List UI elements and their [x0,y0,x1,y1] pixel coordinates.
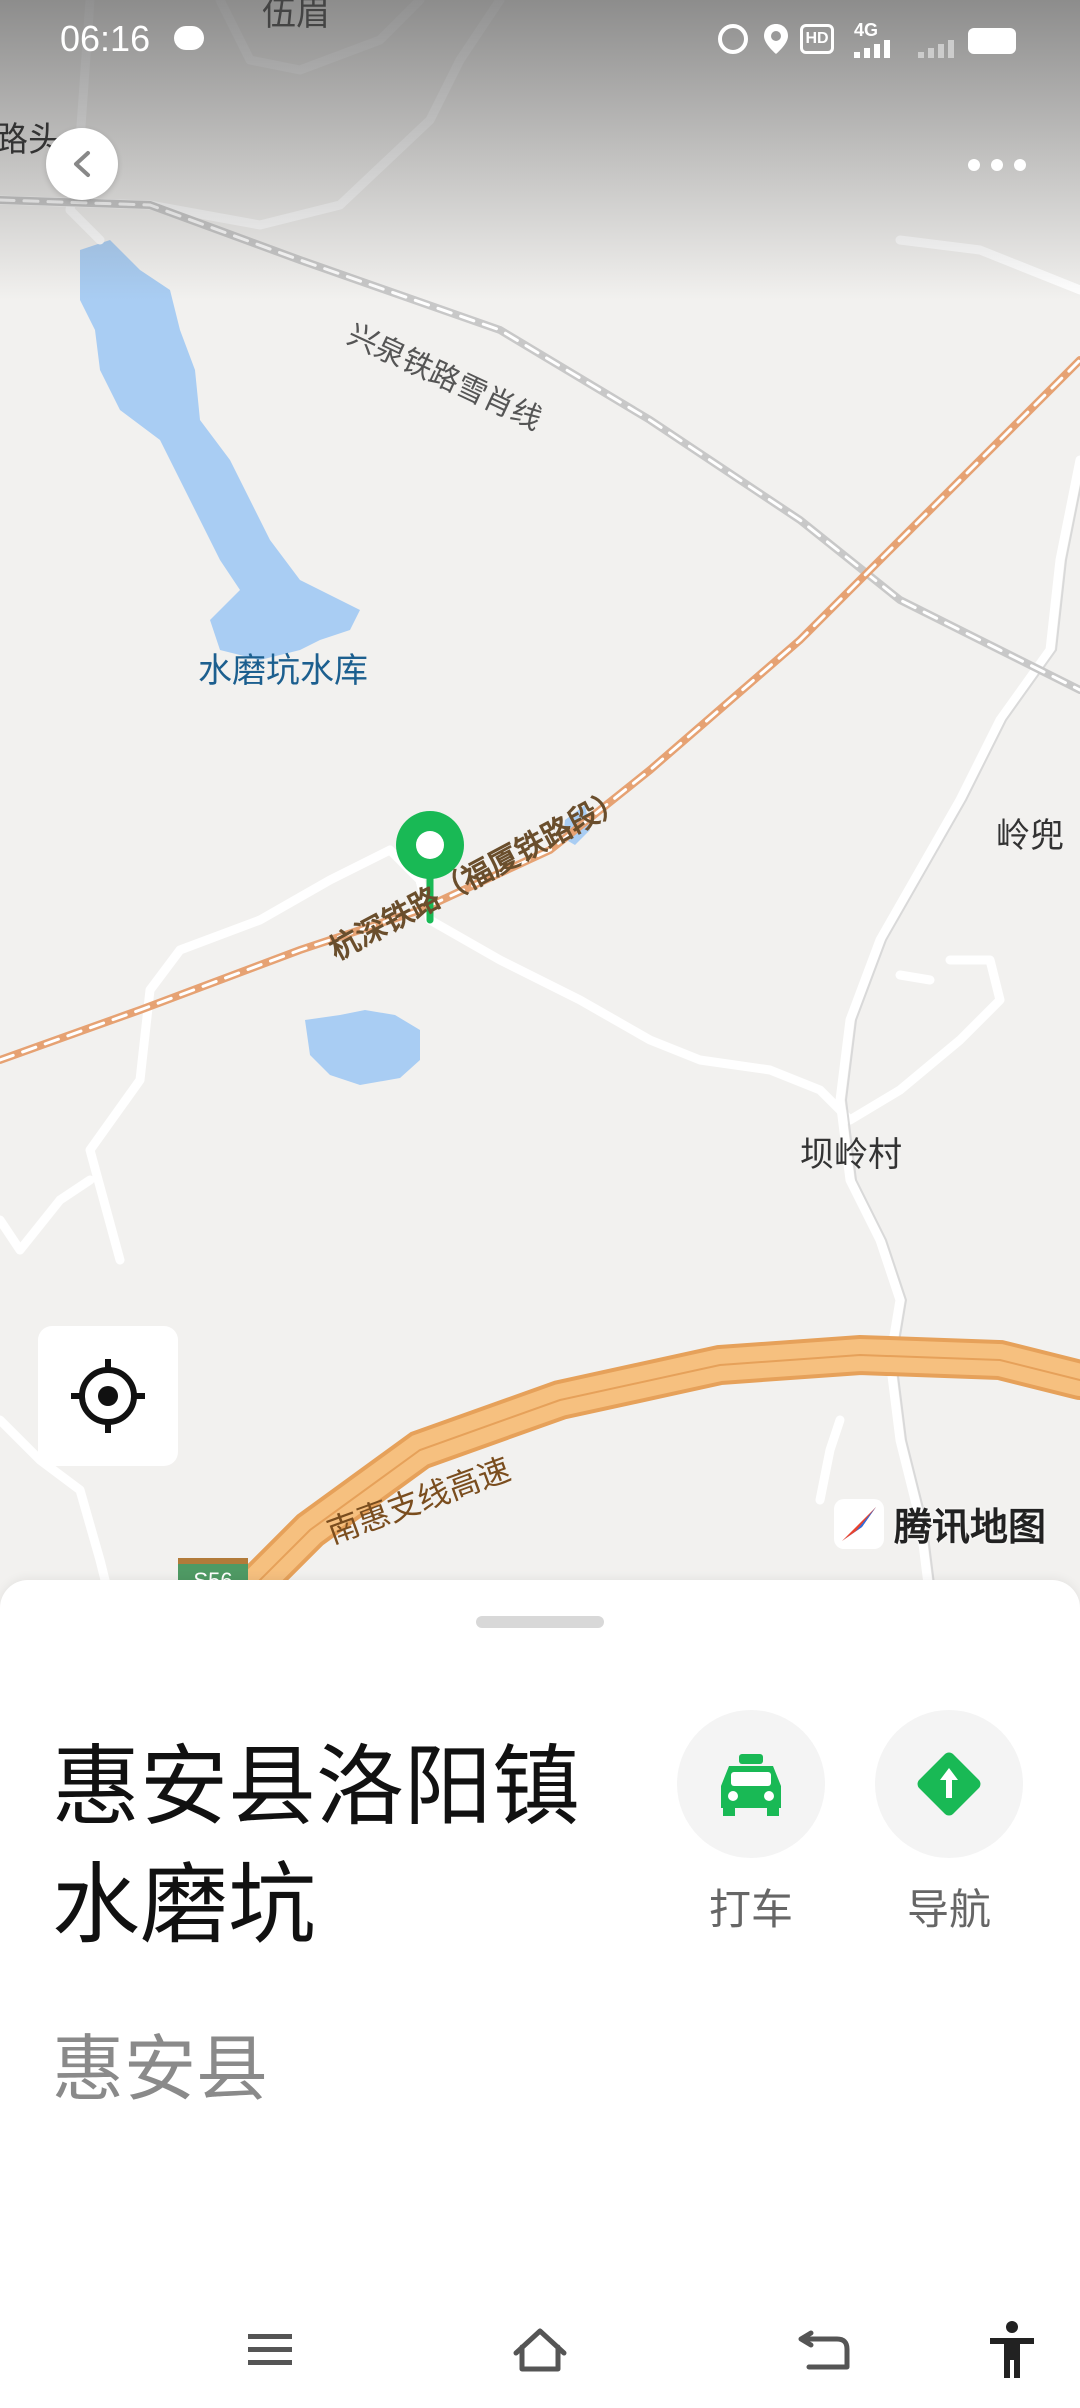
system-navigation-bar [0,2290,1080,2408]
navigate-button[interactable]: 导航 [874,1710,1024,1937]
map-label-reservoir: 水磨坑水库 [198,651,368,691]
alarm-icon [718,24,748,54]
map-label-village: 坝岭村 [800,1135,902,1175]
accessibility-button[interactable] [972,2310,1052,2390]
place-subtitle: 惠安县 [52,2027,269,2111]
more-dots-icon [968,159,1026,171]
taxi-button[interactable]: 打车 [676,1710,826,1937]
battery-icon [968,28,1016,54]
accessibility-icon [990,2321,1034,2378]
location-icon [764,24,788,54]
signal-icon [854,38,902,63]
menu-icon [248,2334,292,2365]
status-bar: 06:16 HD 4G [0,0,1080,80]
home-button[interactable] [500,2310,580,2390]
map-brand: 腾讯地图 [832,1496,1046,1551]
menu-button[interactable] [230,2310,310,2390]
home-icon [513,2328,567,2372]
place-title: 惠安县洛阳镇水磨坑 [52,1735,581,1956]
signal-icon-secondary [918,38,958,63]
crosshair-icon [71,1359,145,1433]
place-detail-sheet: 惠安县洛阳镇水磨坑 惠安县 打车 导航 [0,1580,1080,2408]
taxi-label: 打车 [708,1885,793,1934]
chevron-left-icon [74,151,90,177]
back-nav-button[interactable] [785,2310,865,2390]
taxi-icon [721,1754,781,1816]
back-icon [798,2330,850,2370]
back-button[interactable] [46,128,118,200]
tencent-map-logo-icon [834,1498,884,1549]
map-label-village: 岭兜 [996,816,1064,856]
map-brand-label: 腾讯地图 [894,1505,1047,1549]
locate-me-button[interactable] [38,1326,178,1466]
navigate-icon [917,1752,981,1816]
navigate-label: 导航 [906,1885,991,1934]
status-time: 06:16 [60,18,151,59]
hd-icon: HD [800,24,834,54]
more-options-button[interactable] [962,140,1032,190]
sheet-drag-handle[interactable] [476,1616,604,1628]
message-icon [174,26,204,50]
